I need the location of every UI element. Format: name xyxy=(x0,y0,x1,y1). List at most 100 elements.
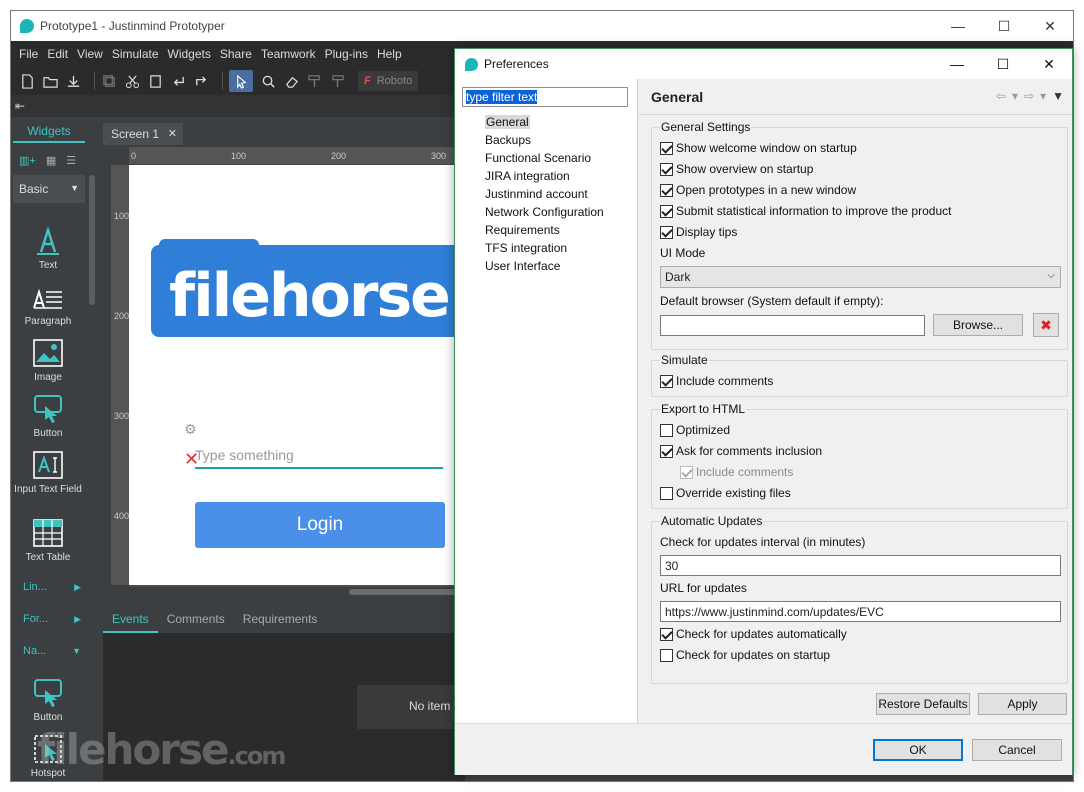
checkbox[interactable] xyxy=(660,141,673,155)
apply-button[interactable]: Apply xyxy=(978,693,1067,715)
checkbox[interactable] xyxy=(660,627,673,641)
widgets-scrollbar[interactable] xyxy=(89,175,95,305)
checkbox[interactable] xyxy=(660,183,673,197)
filter-input[interactable]: type filter text xyxy=(462,87,628,107)
gear-icon[interactable]: ⚙ xyxy=(184,421,197,438)
restore-defaults-button[interactable]: Restore Defaults xyxy=(876,693,970,715)
back-arrow-icon[interactable]: ⇦ xyxy=(996,89,1006,103)
paste-icon[interactable] xyxy=(147,73,163,89)
close-tab-icon[interactable]: ✕ xyxy=(168,127,177,140)
select-pointer-icon[interactable] xyxy=(229,70,253,92)
option-show-welcome[interactable]: Show welcome window on startup xyxy=(660,141,857,155)
tab-screen-1[interactable]: Screen 1 ✕ xyxy=(103,123,183,145)
ok-button[interactable]: OK xyxy=(873,739,963,761)
nav-item-network-configuration[interactable]: Network Configuration xyxy=(485,203,604,221)
checkbox[interactable] xyxy=(660,225,673,239)
widget-nav-button[interactable]: Button xyxy=(13,677,83,723)
checkbox[interactable] xyxy=(660,423,673,437)
default-browser-input[interactable] xyxy=(660,315,925,336)
open-folder-icon[interactable] xyxy=(42,73,58,89)
list-view-icon[interactable]: ☰ xyxy=(66,154,76,167)
menu-file[interactable]: File xyxy=(19,47,38,61)
font-selector[interactable]: F Roboto xyxy=(358,71,419,91)
checkbox[interactable] xyxy=(660,162,673,176)
eraser-icon[interactable] xyxy=(283,73,299,89)
collapse-panel-icon[interactable]: ⇤ xyxy=(15,99,25,113)
menu-simulate[interactable]: Simulate xyxy=(112,47,159,61)
tab-events[interactable]: Events xyxy=(103,607,158,633)
dialog-minimize-button[interactable]: — xyxy=(934,49,980,79)
nav-item-requirements[interactable]: Requirements xyxy=(485,221,604,239)
menu-widgets[interactable]: Widgets xyxy=(168,47,211,61)
clear-browser-button[interactable]: ✖ xyxy=(1033,313,1059,337)
widget-image[interactable]: Image xyxy=(13,337,83,383)
menu-edit[interactable]: Edit xyxy=(47,47,68,61)
format-painter-icon[interactable] xyxy=(306,73,322,89)
new-file-icon[interactable] xyxy=(19,73,35,89)
widget-text-table[interactable]: Text Table xyxy=(13,517,83,563)
tab-requirements[interactable]: Requirements xyxy=(234,607,327,633)
nav-item-general[interactable]: General xyxy=(485,113,604,131)
category-navigation[interactable]: Na... ▼ xyxy=(13,641,85,663)
tab-comments[interactable]: Comments xyxy=(158,607,234,633)
category-links[interactable]: Lin... ▶ xyxy=(13,577,85,599)
maximize-button[interactable]: ☐ xyxy=(981,11,1027,41)
option-check-updates-auto[interactable]: Check for updates automatically xyxy=(660,627,847,641)
checkbox[interactable] xyxy=(660,204,673,218)
forward-arrow-icon[interactable]: ⇨ xyxy=(1024,89,1034,103)
dialog-close-button[interactable]: ✕ xyxy=(1026,49,1072,79)
zoom-icon[interactable] xyxy=(260,73,276,89)
redo-icon[interactable] xyxy=(193,73,209,89)
back-dropdown-icon[interactable]: ▾ xyxy=(1012,89,1018,103)
option-open-new-window[interactable]: Open prototypes in a new window xyxy=(660,183,856,197)
menu-teamwork[interactable]: Teamwork xyxy=(261,47,316,61)
option-optimized[interactable]: Optimized xyxy=(660,423,730,437)
format-painter-alt-icon[interactable] xyxy=(329,73,345,89)
checkbox[interactable] xyxy=(660,486,673,500)
menu-share[interactable]: Share xyxy=(220,47,252,61)
canvas-horizontal-scrollbar[interactable] xyxy=(129,587,465,597)
nav-item-jira-integration[interactable]: JIRA integration xyxy=(485,167,604,185)
nav-item-functional-scenario[interactable]: Functional Scenario xyxy=(485,149,604,167)
view-menu-icon[interactable]: ▼ xyxy=(1052,89,1064,103)
option-ask-comments[interactable]: Ask for comments inclusion xyxy=(660,444,822,458)
design-canvas[interactable]: filehorse ⚙ Type something ✕ Login xyxy=(129,165,465,585)
add-library-icon[interactable]: ▥+ xyxy=(19,154,36,167)
nav-item-user-interface[interactable]: User Interface xyxy=(485,257,604,275)
nav-item-justinmind-account[interactable]: Justinmind account xyxy=(485,185,604,203)
widget-input-text-field[interactable]: Input Text Field xyxy=(13,449,83,495)
save-icon[interactable] xyxy=(65,73,81,89)
scrollbar-thumb[interactable] xyxy=(349,589,459,595)
checkbox[interactable] xyxy=(660,648,673,662)
cut-icon[interactable] xyxy=(124,73,140,89)
browse-button[interactable]: Browse... xyxy=(933,314,1023,336)
minimize-button[interactable]: — xyxy=(935,11,981,41)
widget-text[interactable]: Text xyxy=(13,225,83,271)
option-check-updates-startup[interactable]: Check for updates on startup xyxy=(660,648,830,662)
checkbox[interactable] xyxy=(660,374,673,388)
undo-icon[interactable] xyxy=(170,73,186,89)
update-interval-input[interactable]: 30 xyxy=(660,555,1061,576)
update-url-input[interactable]: https://www.justinmind.com/updates/EVC xyxy=(660,601,1061,622)
ui-mode-select[interactable]: Dark ⌵ xyxy=(660,266,1061,288)
menu-view[interactable]: View xyxy=(77,47,103,61)
menu-help[interactable]: Help xyxy=(377,47,402,61)
text-input-widget[interactable]: Type something xyxy=(195,445,443,469)
menu-plugins[interactable]: Plug-ins xyxy=(325,47,368,61)
widget-paragraph[interactable]: Paragraph xyxy=(13,281,83,327)
option-submit-statistics[interactable]: Submit statistical information to improv… xyxy=(660,204,951,218)
grid-view-icon[interactable]: ▦ xyxy=(46,154,56,167)
option-simulate-include-comments[interactable]: Include comments xyxy=(660,374,773,388)
option-display-tips[interactable]: Display tips xyxy=(660,225,737,239)
category-forms[interactable]: For... ▶ xyxy=(13,609,85,631)
option-show-overview[interactable]: Show overview on startup xyxy=(660,162,813,176)
copy-icon[interactable] xyxy=(101,73,117,89)
checkbox[interactable] xyxy=(660,444,673,458)
cancel-button[interactable]: Cancel xyxy=(972,739,1062,761)
option-override-files[interactable]: Override existing files xyxy=(660,486,791,500)
close-button[interactable]: ✕ xyxy=(1027,11,1073,41)
nav-item-backups[interactable]: Backups xyxy=(485,131,604,149)
dialog-maximize-button[interactable]: ☐ xyxy=(980,49,1026,79)
library-dropdown[interactable]: Basic ▼ xyxy=(13,175,85,203)
forward-dropdown-icon[interactable]: ▾ xyxy=(1040,89,1046,103)
